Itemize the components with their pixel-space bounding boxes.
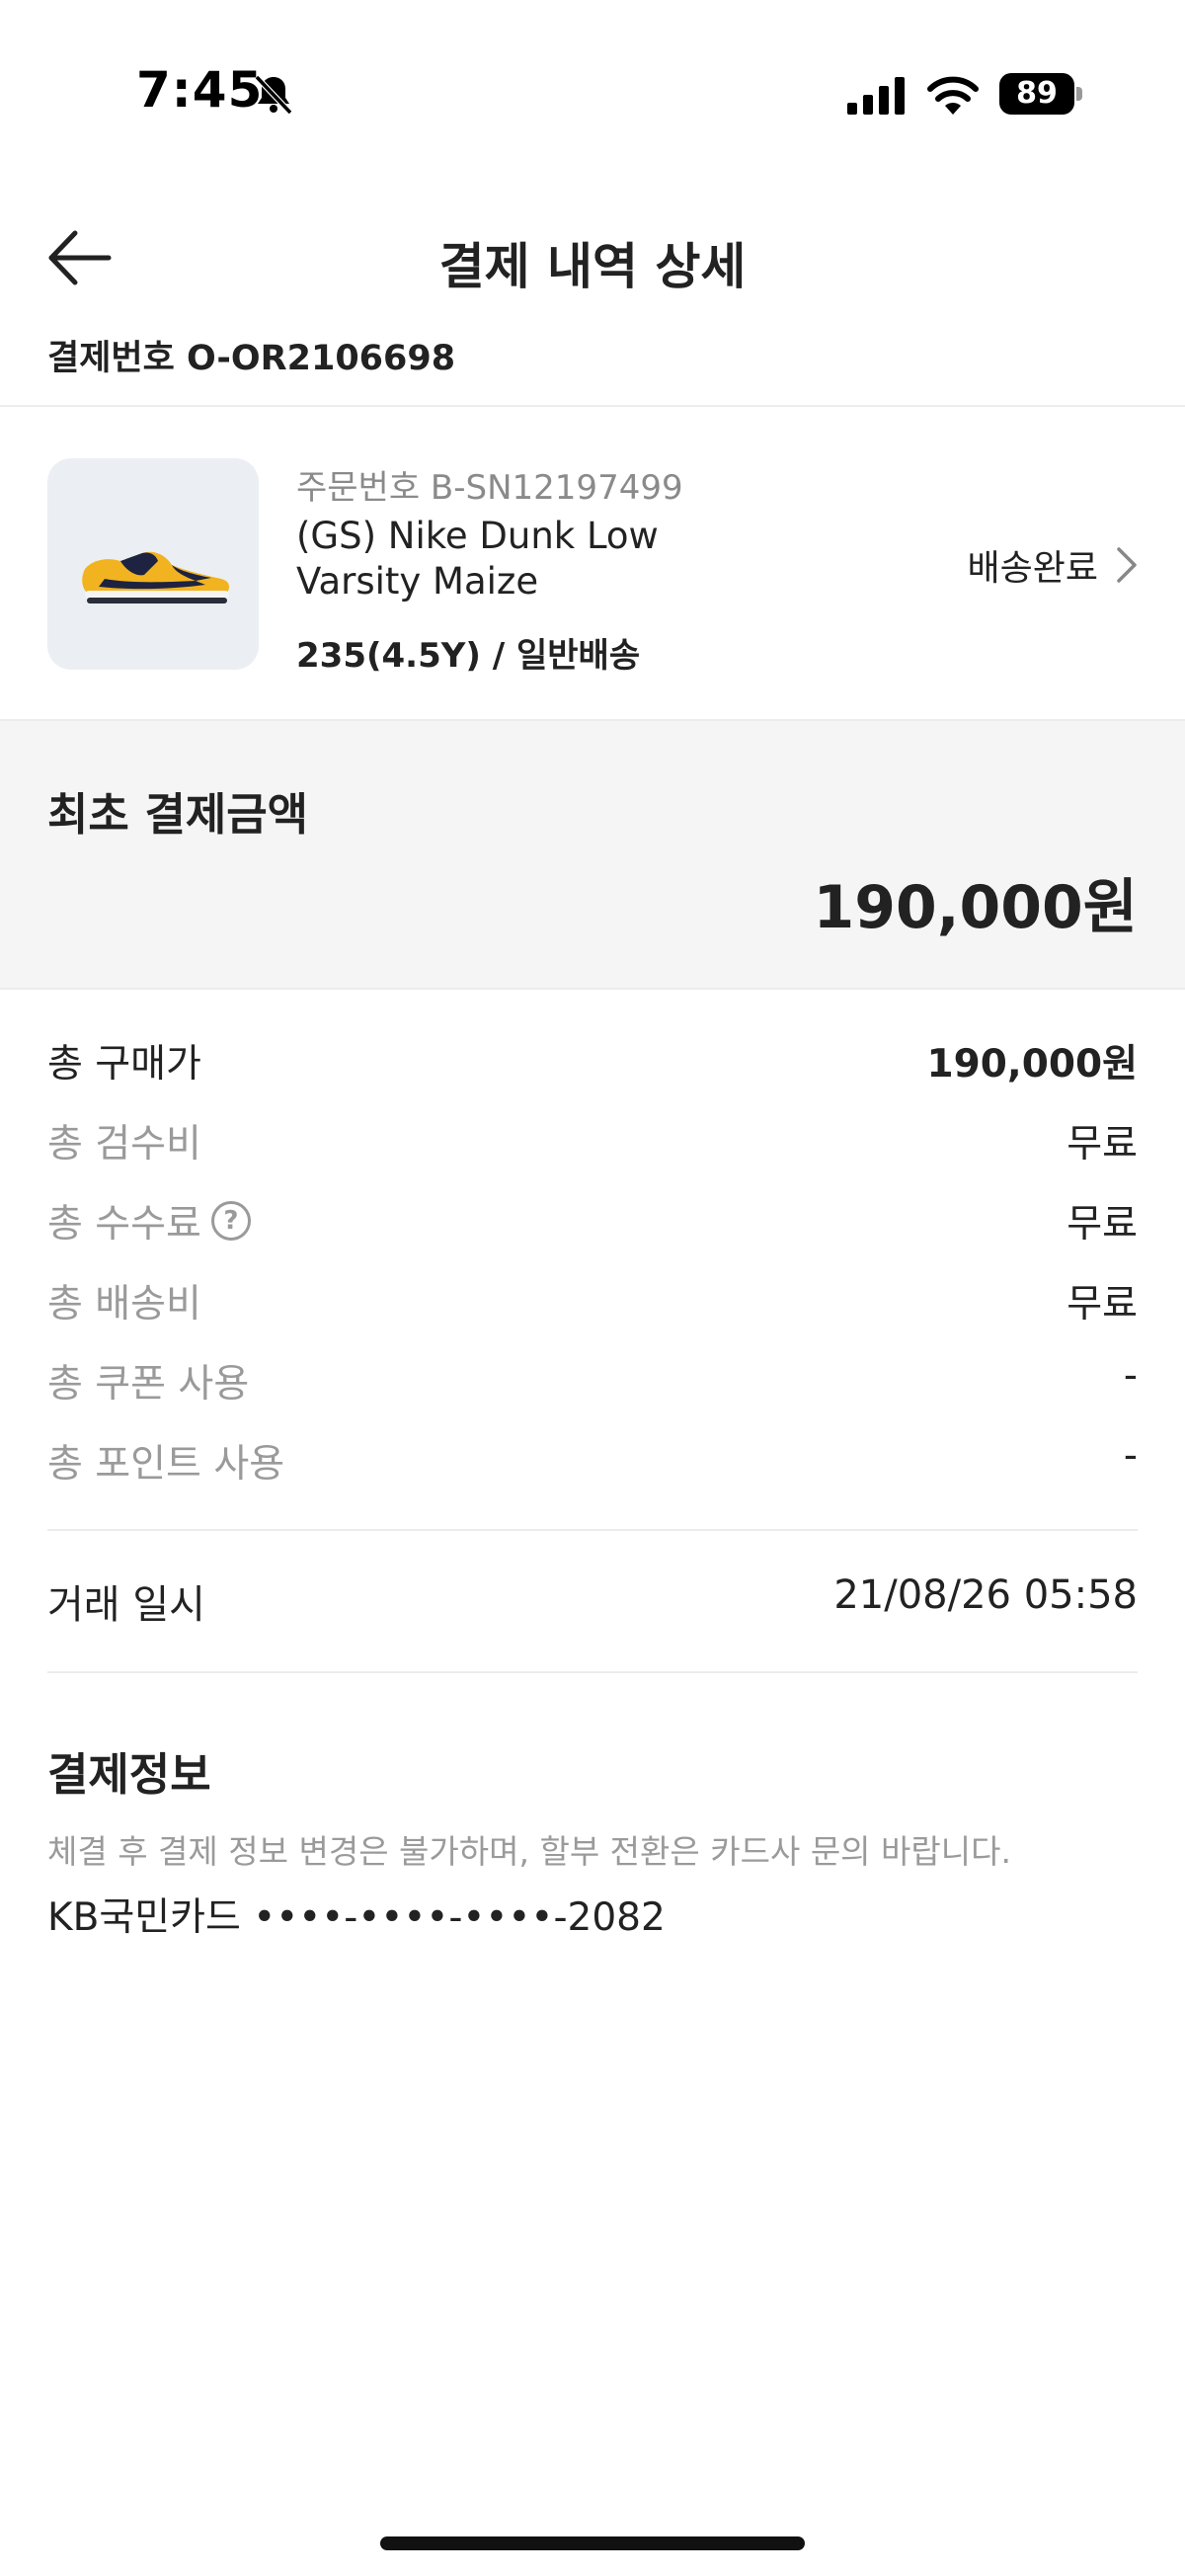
initial-payment-summary: 최초 결제금액 190,000원 (0, 719, 1185, 990)
fee-label: 총 포인트 사용 (47, 1442, 285, 1487)
status-bar: 7:45 89 (0, 0, 1185, 188)
delivery-status-label: 배송완료 (967, 548, 1098, 589)
payment-card-info: KB국민카드 ••••-••••-••••-2082 (47, 1895, 666, 1940)
fee-value: 무료 (1066, 1282, 1138, 1327)
home-indicator[interactable] (380, 2536, 805, 2550)
page-title: 결제 내역 상세 (438, 238, 747, 295)
fee-label: 총 검수비 (47, 1122, 201, 1167)
divider (0, 405, 1185, 407)
help-icon[interactable]: ? (210, 1201, 251, 1241)
battery-icon: 89 (999, 73, 1082, 115)
product-option: 235(4.5Y) / 일반배송 (296, 636, 641, 676)
fee-label: 총 쿠폰 사용 (47, 1362, 250, 1407)
fee-label-wrapper: 총 수수료 ? (47, 1193, 251, 1248)
product-name: (GS) Nike Dunk Low Varsity Maize (296, 515, 659, 603)
product-image (47, 458, 259, 670)
fee-row-coupon: 총 쿠폰 사용 - (47, 1353, 1138, 1412)
fee-value: 190,000원 (926, 1042, 1138, 1087)
payment-number: 결제번호 O-OR2106698 (47, 339, 456, 378)
fee-row-commission: 총 수수료 ? 무료 (47, 1193, 1138, 1252)
battery-level: 89 (999, 73, 1074, 115)
fee-label: 총 배송비 (47, 1282, 201, 1327)
sneaker-image (82, 551, 229, 604)
fee-value: - (1123, 1353, 1138, 1398)
payment-info-note: 체결 후 결제 정보 변경은 불가하며, 할부 전환은 카드사 문의 바랍니다. (47, 1832, 1011, 1871)
fee-value: 무료 (1066, 1202, 1138, 1247)
fee-value: - (1123, 1433, 1138, 1478)
trade-date-value: 21/08/26 05:58 (833, 1572, 1138, 1618)
initial-payment-label: 최초 결제금액 (47, 788, 309, 841)
order-number: 주문번호 B-SN12197499 (296, 468, 683, 508)
payment-info-title: 결제정보 (47, 1748, 211, 1801)
divider (47, 1529, 1138, 1531)
status-time: 7:45 (136, 61, 264, 119)
chevron-right-icon (1117, 547, 1137, 583)
trade-date-label: 거래 일시 (47, 1582, 205, 1628)
fee-row-inspection: 총 검수비 무료 (47, 1113, 1138, 1172)
fee-row-points: 총 포인트 사용 - (47, 1433, 1138, 1492)
fee-label: 총 구매가 (47, 1042, 201, 1087)
payment-detail-screen: 7:45 89 결제 내역 상세 결제번호 O-OR2106698 주문번호 B… (0, 0, 1185, 2576)
header: 결제 내역 상세 (0, 188, 1185, 326)
fee-value: 무료 (1066, 1122, 1138, 1167)
initial-payment-amount: 190,000원 (813, 873, 1138, 942)
wifi-icon (927, 76, 979, 115)
cellular-signal-icon (847, 77, 905, 115)
delivery-status-link[interactable]: 배송완료 (968, 539, 1138, 591)
fee-row-shipping: 총 배송비 무료 (47, 1273, 1138, 1332)
fee-label: 총 수수료 (47, 1202, 201, 1247)
divider (47, 1671, 1138, 1673)
fee-row-total-purchase: 총 구매가 190,000원 (47, 1033, 1138, 1092)
bell-slash-icon (254, 74, 293, 116)
